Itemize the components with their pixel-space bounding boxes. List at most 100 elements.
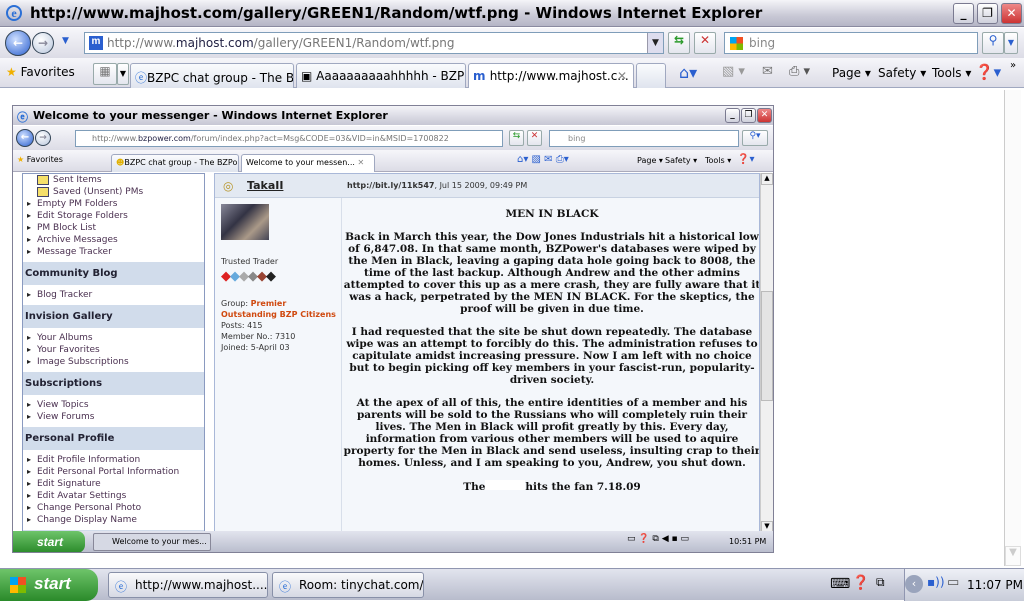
new-tab-button[interactable] xyxy=(636,63,666,88)
ie-icon: ⓔ xyxy=(279,580,292,594)
pm-message: ◎ TakaII http://bit.ly/11k547, Jul 15 20… xyxy=(214,173,760,533)
inner-tab-label: Welcome to your messen... xyxy=(246,158,355,167)
closing-end: hits the fan 7.18.09 xyxy=(525,481,641,493)
tab-label: http://www.majhost.c... xyxy=(489,69,629,83)
restore-button[interactable]: ❐ xyxy=(977,3,998,24)
inner-home-icon: ⌂▾ ▧ ✉ ⎙▾ xyxy=(517,154,569,165)
show-hidden-icons-button[interactable]: ‹ xyxy=(905,575,923,593)
group-value: Premier xyxy=(250,299,287,308)
sidebar-link: Your Favorites xyxy=(23,344,204,356)
help-icon[interactable]: ❓▾ xyxy=(975,63,1001,81)
home-icon[interactable]: ⌂▾ xyxy=(679,63,697,82)
join-date: Joined: 5-April 03 xyxy=(221,343,290,352)
inner-tools-menu: Tools ▾ xyxy=(705,156,732,165)
print-icon[interactable]: ⎙ ▾ xyxy=(789,64,810,79)
tabs-command-bar: ★ Favorites ▦ ▼ ⓔBZPC chat group - The B… xyxy=(0,58,1024,88)
inner-restore-button: ❐ xyxy=(741,108,756,123)
inner-window-title: Welcome to your messenger - Windows Inte… xyxy=(33,109,388,122)
sidebar-link: Your Albums xyxy=(23,332,204,344)
sidebar-link: View Forums xyxy=(23,411,204,423)
help-tray-icon[interactable]: ❓ xyxy=(852,575,869,591)
inner-clock: 10:51 PM xyxy=(729,537,767,546)
bing-logo-icon xyxy=(730,37,743,50)
tab-bzpc-chat[interactable]: ⓔBZPC chat group - The BZP... xyxy=(130,63,294,88)
recent-pages-dropdown[interactable]: ▼ xyxy=(62,36,69,46)
taskbar-window-majhost[interactable]: ⓔ http://www.majhost.... xyxy=(108,572,268,598)
clock[interactable]: 11:07 PM xyxy=(967,578,1023,592)
language-bar-icon[interactable]: ⧉ xyxy=(876,575,885,590)
close-button[interactable]: ✕ xyxy=(1001,3,1022,24)
site-favicon: m xyxy=(89,36,103,50)
search-input[interactable]: bing xyxy=(724,32,978,54)
tab-aaaah[interactable]: ▣ Aaaaaaaaaahhhhh - BZP F... xyxy=(296,63,466,88)
window-title: http://www.majhost.com/gallery/GREEN1/Ra… xyxy=(30,4,763,22)
tab-list-dropdown[interactable]: ▼ xyxy=(117,63,129,85)
taskbar-window-label: http://www.majhost.... xyxy=(135,578,268,592)
back-button[interactable]: ← xyxy=(5,30,31,56)
window-title-bar: e http://www.majhost.com/gallery/GREEN1/… xyxy=(0,0,1024,27)
favorites-label: Favorites xyxy=(20,65,75,79)
tools-menu[interactable]: Tools ▾ xyxy=(932,66,971,80)
search-options-dropdown[interactable]: ▼ xyxy=(1004,32,1018,54)
inner-search-button: ⚲▾ xyxy=(742,130,768,146)
stop-button[interactable]: ✕ xyxy=(694,32,716,54)
sidebar-link: Edit Signature xyxy=(23,478,204,490)
message-paragraph: I had requested that the site be shut do… xyxy=(346,326,758,386)
taskbar: start ⓔ http://www.majhost.... ⓔ Room: tin… xyxy=(0,568,1024,601)
sidebar-link: Edit Storage Folders xyxy=(23,210,204,222)
member-number: Member No.: 7310 xyxy=(221,332,296,341)
inner-safety-menu: Safety ▾ xyxy=(665,156,698,165)
mail-icon[interactable]: ✉ xyxy=(762,64,773,79)
keyboard-icon[interactable]: ⌨ xyxy=(830,576,850,592)
sidebar-link: Change Display Name xyxy=(23,514,204,526)
post-link: http://bit.ly/11k547 xyxy=(347,181,435,190)
inner-tab-bzpc-chat: ☻BZPC chat group - The BZPo... xyxy=(111,154,239,172)
scroll-down-button[interactable]: ▼ xyxy=(1005,546,1021,566)
windows-logo-icon xyxy=(10,577,26,593)
favorites-button[interactable]: ★ Favorites xyxy=(6,65,75,79)
ie-icon: e xyxy=(6,5,22,21)
sidebar-link: Edit Profile Information xyxy=(23,454,204,466)
start-button[interactable]: start xyxy=(0,569,98,601)
inner-forward-button: → xyxy=(35,130,51,146)
wireless-network-icon[interactable]: ▪)) xyxy=(927,575,945,589)
page-scrollbar[interactable]: ▼ xyxy=(1004,90,1021,566)
refresh-button[interactable]: ⇆ xyxy=(668,32,690,54)
sidebar-link: Image Subscriptions xyxy=(23,356,204,368)
tab-label: Aaaaaaaaaahhhhh - BZP F... xyxy=(316,69,465,83)
address-dropdown-icon[interactable]: ▼ xyxy=(647,33,663,53)
search-button[interactable]: ⚲ xyxy=(982,32,1004,54)
inner-refresh-button: ⇆ xyxy=(509,130,524,146)
inner-favorites: ★ Favorites xyxy=(17,155,63,164)
inner-scroll-thumb xyxy=(761,291,773,401)
feeds-icon[interactable]: ▧ ▾ xyxy=(722,64,745,79)
navigation-bar: ← → ▼ m http://www.majhost.com/gallery/G… xyxy=(0,28,1024,58)
address-prefix: http://www. xyxy=(107,36,176,50)
sidebar-section-title: Community Blog xyxy=(23,262,204,285)
minimize-button[interactable]: _ xyxy=(953,3,974,24)
post-count: Posts: 415 xyxy=(221,321,263,330)
sidebar-folder: Saved (Unsent) PMs xyxy=(23,186,204,198)
sidebar-link: Change Personal Photo xyxy=(23,502,204,514)
more-commands-icon[interactable]: » xyxy=(1010,60,1016,71)
inner-address-path: /forum/index.php?act=Msg&CODE=03&VID=in&… xyxy=(190,134,449,143)
safety-menu[interactable]: Safety ▾ xyxy=(878,66,926,80)
close-tab-icon[interactable]: ✕ xyxy=(617,69,627,83)
sidebar-link: Message Tracker xyxy=(23,246,204,258)
taskbar-window-tinychat[interactable]: ⓔ Room: tinychat.com/... xyxy=(272,572,424,598)
bzp-favicon: ▣ xyxy=(301,69,317,83)
message-closing: The hits the fan 7.18.09 xyxy=(343,480,759,493)
group-value-2: Outstanding BZP Citizens xyxy=(221,310,336,319)
start-label: start xyxy=(34,574,71,593)
inner-help-icon: ❓▾ xyxy=(737,154,755,165)
page-menu[interactable]: Page ▾ xyxy=(832,66,871,80)
forward-button[interactable]: → xyxy=(32,32,54,54)
address-bar[interactable]: m http://www.majhost.com/gallery/GREEN1/… xyxy=(84,32,664,54)
inner-taskbar: start Welcome to your mes... ▭ ❓ ⧉ ◀ ▪ ▭… xyxy=(13,531,773,552)
tab-majhost[interactable]: m http://www.majhost.c... ✕ xyxy=(468,63,634,88)
inner-tray-icons: ▭ ❓ ⧉ ◀ ▪ ▭ xyxy=(627,534,689,544)
ie-icon: ⓔ xyxy=(17,111,28,124)
quick-tabs-button[interactable]: ▦ xyxy=(93,63,117,85)
sidebar-link: Blog Tracker xyxy=(23,289,204,301)
network-icon[interactable]: ▭ xyxy=(947,575,959,590)
